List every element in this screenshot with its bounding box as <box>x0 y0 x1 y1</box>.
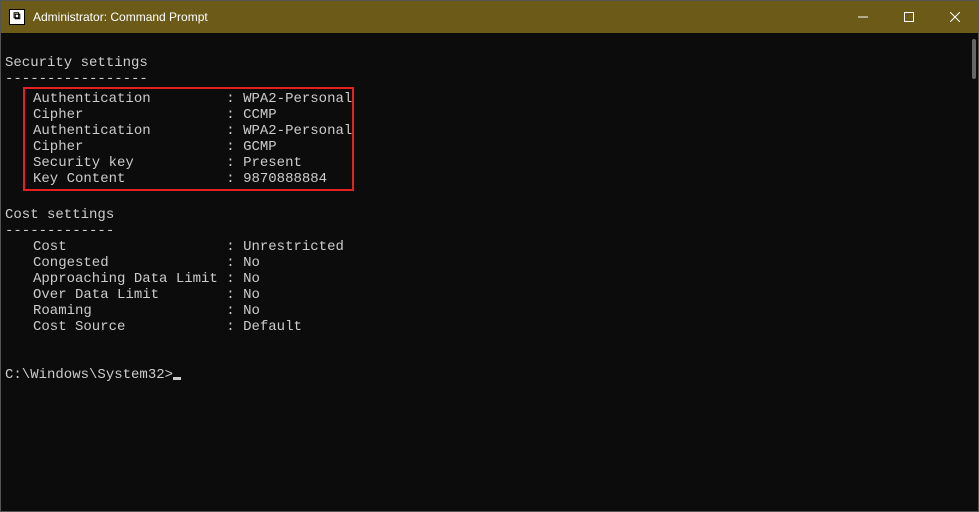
scrollbar[interactable] <box>972 39 976 79</box>
row-value: GCMP <box>243 139 277 155</box>
row-label: Approaching Data Limit <box>33 271 218 287</box>
row-label: Authentication <box>33 91 218 107</box>
window-title: Administrator: Command Prompt <box>33 10 208 24</box>
row-sep: : <box>218 271 243 287</box>
security-row: Key Content : 9870888884 <box>33 171 344 187</box>
row-value: No <box>243 255 260 271</box>
security-row: Security key : Present <box>33 155 344 171</box>
row-label: Security key <box>33 155 218 171</box>
row-value: 9870888884 <box>243 171 327 187</box>
row-sep: : <box>218 239 243 255</box>
row-label: Over Data Limit <box>33 287 218 303</box>
app-icon-text: ⧉ <box>13 11 20 23</box>
minimize-icon <box>858 12 868 22</box>
blank-line <box>5 191 974 207</box>
row-label: Authentication <box>33 123 218 139</box>
row-value: Unrestricted <box>243 239 344 255</box>
prompt-line: C:\Windows\System32> <box>5 367 974 383</box>
row-value: No <box>243 287 260 303</box>
row-sep: : <box>218 303 243 319</box>
row-value: CCMP <box>243 107 277 123</box>
row-value: No <box>243 271 260 287</box>
command-prompt-window: ⧉ Administrator: Command Prompt Security… <box>0 0 979 512</box>
app-icon: ⧉ <box>9 9 25 25</box>
security-row: Authentication : WPA2-Personal <box>33 123 344 139</box>
cursor <box>173 377 181 380</box>
prompt-text: C:\Windows\System32> <box>5 367 173 383</box>
row-label: Cost <box>33 239 218 255</box>
cost-row: Cost Source : Default <box>5 319 974 335</box>
row-label: Cipher <box>33 139 218 155</box>
security-row: Authentication : WPA2-Personal <box>33 91 344 107</box>
row-label: Cipher <box>33 107 218 123</box>
row-value: WPA2-Personal <box>243 91 352 107</box>
row-sep: : <box>218 91 243 107</box>
blank-line <box>5 335 974 351</box>
security-section-header: Security settings <box>5 55 974 71</box>
security-highlight-box: Authentication : WPA2-Personal Cipher : … <box>23 87 354 191</box>
close-icon <box>950 12 960 22</box>
maximize-button[interactable] <box>886 1 932 33</box>
security-row: Cipher : CCMP <box>33 107 344 123</box>
close-button[interactable] <box>932 1 978 33</box>
row-sep: : <box>218 255 243 271</box>
row-sep: : <box>218 171 243 187</box>
row-sep: : <box>218 319 243 335</box>
row-value: WPA2-Personal <box>243 123 352 139</box>
row-value: Present <box>243 155 302 171</box>
row-value: No <box>243 303 260 319</box>
blank-line <box>5 351 974 367</box>
row-label: Roaming <box>33 303 218 319</box>
maximize-icon <box>904 12 914 22</box>
cost-row: Over Data Limit : No <box>5 287 974 303</box>
row-sep: : <box>218 139 243 155</box>
row-value: Default <box>243 319 302 335</box>
row-label: Key Content <box>33 171 218 187</box>
cost-row: Cost : Unrestricted <box>5 239 974 255</box>
cost-section-dashes: ------------- <box>5 223 974 239</box>
terminal-body[interactable]: Security settings ----------------- Auth… <box>1 33 978 511</box>
blank-line <box>5 39 974 55</box>
row-label: Congested <box>33 255 218 271</box>
title-left: ⧉ Administrator: Command Prompt <box>9 9 208 25</box>
row-sep: : <box>218 155 243 171</box>
cost-row: Approaching Data Limit : No <box>5 271 974 287</box>
cost-section-header: Cost settings <box>5 207 974 223</box>
row-sep: : <box>218 123 243 139</box>
security-row: Cipher : GCMP <box>33 139 344 155</box>
row-label: Cost Source <box>33 319 218 335</box>
minimize-button[interactable] <box>840 1 886 33</box>
window-controls <box>840 1 978 33</box>
row-sep: : <box>218 107 243 123</box>
cost-row: Congested : No <box>5 255 974 271</box>
titlebar[interactable]: ⧉ Administrator: Command Prompt <box>1 1 978 33</box>
security-section-dashes: ----------------- <box>5 71 974 87</box>
cost-row: Roaming : No <box>5 303 974 319</box>
row-sep: : <box>218 287 243 303</box>
